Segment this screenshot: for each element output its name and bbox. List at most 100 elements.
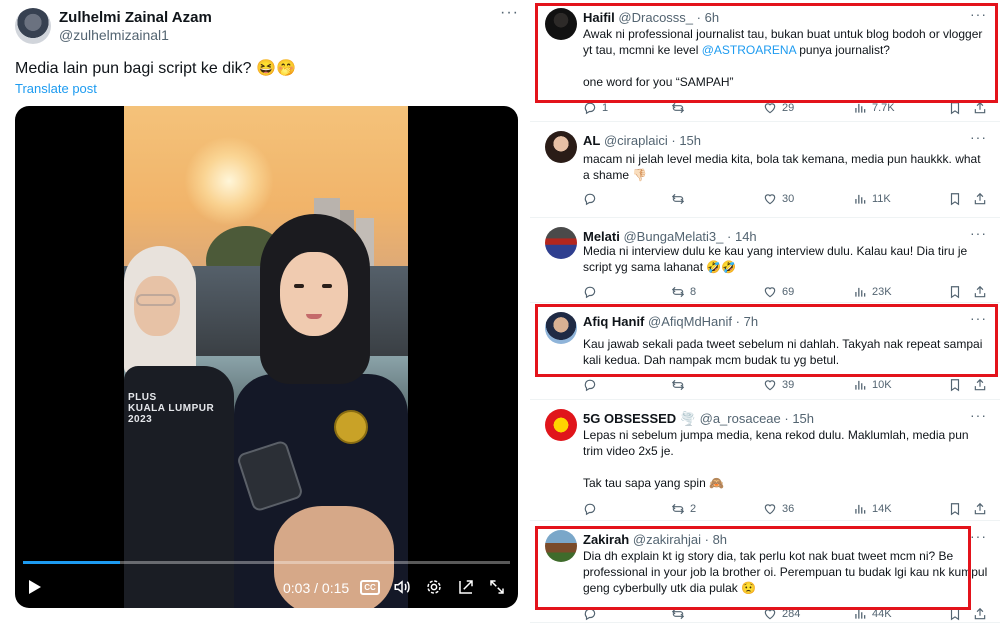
play-icon[interactable] bbox=[29, 580, 41, 594]
retweet-button[interactable] bbox=[671, 378, 690, 392]
like-button[interactable]: 69 bbox=[763, 285, 794, 299]
author-handle[interactable]: @zakirahjai bbox=[633, 532, 701, 547]
face bbox=[134, 276, 180, 336]
like-button[interactable]: 36 bbox=[763, 502, 794, 516]
share-button[interactable] bbox=[973, 607, 987, 621]
more-options-icon[interactable]: ··· bbox=[500, 4, 519, 22]
reply-tweet[interactable]: 5G OBSESSED 🌪️ @a_rosaceae · 15h ··· Lepas… bbox=[530, 401, 1000, 521]
reply-button[interactable] bbox=[583, 378, 602, 392]
retweet-button[interactable]: 8 bbox=[671, 285, 696, 299]
reply-tweet[interactable]: Zakirah @zakirahjai · 8h ··· Dia dh explai… bbox=[530, 522, 1000, 623]
volume-icon[interactable] bbox=[393, 578, 411, 596]
author-name[interactable]: Melati bbox=[583, 229, 620, 244]
timestamp[interactable]: 15h bbox=[679, 133, 701, 148]
retweet-icon bbox=[671, 285, 685, 299]
views-button[interactable]: 44K bbox=[853, 607, 892, 621]
bookmark-button[interactable] bbox=[948, 285, 962, 299]
views-icon bbox=[853, 607, 867, 621]
more-options-icon[interactable]: ··· bbox=[970, 6, 987, 22]
fullscreen-icon[interactable] bbox=[488, 578, 506, 596]
views-button[interactable]: 14K bbox=[853, 502, 892, 516]
captions-icon[interactable]: CC bbox=[360, 580, 380, 595]
action-bar: 39 10K bbox=[583, 378, 993, 394]
avatar[interactable] bbox=[545, 227, 577, 259]
like-count: 36 bbox=[782, 503, 795, 515]
reply-tweet[interactable]: Melati @BungaMelati3_ · 14h ··· Media ni i… bbox=[530, 219, 1000, 303]
reply-tweet[interactable]: Haifil @Dracosss_ · 6h ··· Awak ni profess… bbox=[530, 0, 1000, 122]
mention-link[interactable]: @ASTROARENA bbox=[702, 43, 796, 57]
reply-button[interactable] bbox=[583, 285, 602, 299]
avatar[interactable] bbox=[545, 530, 577, 562]
author-name[interactable]: AL bbox=[583, 133, 600, 148]
timestamp[interactable]: 8h bbox=[713, 532, 727, 547]
settings-gear-icon[interactable] bbox=[425, 578, 443, 596]
separator-dot: · bbox=[667, 133, 680, 148]
author-handle[interactable]: @Dracosss_ bbox=[618, 10, 693, 25]
timestamp[interactable]: 6h bbox=[705, 10, 719, 25]
timestamp[interactable]: 14h bbox=[735, 229, 757, 244]
more-options-icon[interactable]: ··· bbox=[970, 225, 987, 241]
author-name[interactable]: 5G OBSESSED 🌪️ bbox=[583, 411, 696, 426]
share-button[interactable] bbox=[973, 192, 987, 206]
share-button[interactable] bbox=[973, 502, 987, 516]
views-button[interactable]: 10K bbox=[853, 378, 892, 392]
like-button[interactable]: 30 bbox=[763, 192, 794, 206]
author-name[interactable]: Zakirah bbox=[583, 532, 629, 547]
retweet-button[interactable] bbox=[671, 192, 690, 206]
reply-icon bbox=[583, 101, 597, 115]
avatar[interactable] bbox=[545, 409, 577, 441]
like-button[interactable]: 284 bbox=[763, 607, 800, 621]
heart-icon bbox=[763, 101, 777, 115]
video-progress-bar[interactable] bbox=[23, 561, 510, 564]
reply-tweet[interactable]: AL @ciraplaici · 15h ··· macam ni jelah le… bbox=[530, 123, 1000, 218]
author-name[interactable]: Haifil bbox=[583, 10, 615, 25]
video-player[interactable]: PLUS KUALA LUMPUR 2023 0:03 / 0:15 CC bbox=[15, 106, 518, 608]
reply-button[interactable] bbox=[583, 607, 602, 621]
avatar[interactable] bbox=[545, 8, 577, 40]
author-name[interactable]: Afiq Hanif bbox=[583, 314, 644, 329]
author-handle[interactable]: @ciraplaici bbox=[604, 133, 668, 148]
video-frame: PLUS KUALA LUMPUR 2023 bbox=[124, 106, 408, 608]
views-button[interactable]: 23K bbox=[853, 285, 892, 299]
reply-button[interactable] bbox=[583, 192, 602, 206]
views-button[interactable]: 7.7K bbox=[853, 101, 895, 115]
bookmark-button[interactable] bbox=[948, 192, 962, 206]
avatar[interactable] bbox=[545, 131, 577, 163]
author-name[interactable]: Zulhelmi Zainal Azam bbox=[59, 9, 212, 26]
retweet-button[interactable]: 2 bbox=[671, 502, 696, 516]
reply-tweet[interactable]: Afiq Hanif @AfiqMdHanif · 7h ··· Kau jawab… bbox=[530, 304, 1000, 400]
like-button[interactable]: 29 bbox=[763, 101, 794, 115]
more-options-icon[interactable]: ··· bbox=[970, 528, 987, 544]
views-button[interactable]: 11K bbox=[853, 192, 891, 206]
bookmark-button[interactable] bbox=[948, 101, 962, 115]
more-options-icon[interactable]: ··· bbox=[970, 129, 987, 145]
bookmark-button[interactable] bbox=[948, 378, 962, 392]
more-options-icon[interactable]: ··· bbox=[970, 310, 987, 326]
pop-out-icon[interactable] bbox=[457, 578, 475, 596]
author-handle[interactable]: @AfiqMdHanif bbox=[648, 314, 732, 329]
bookmark-button[interactable] bbox=[948, 607, 962, 621]
timestamp[interactable]: 15h bbox=[792, 411, 814, 426]
retweet-button[interactable] bbox=[671, 607, 690, 621]
reply-button[interactable]: 1 bbox=[583, 101, 608, 115]
bookmark-button[interactable] bbox=[948, 502, 962, 516]
action-bar: 1 29 7.7K bbox=[583, 101, 993, 117]
reply-header: 5G OBSESSED 🌪️ @a_rosaceae · 15h bbox=[583, 411, 814, 427]
avatar[interactable] bbox=[545, 312, 577, 344]
translate-post-link[interactable]: Translate post bbox=[15, 81, 97, 96]
retweet-icon bbox=[671, 607, 685, 621]
retweet-button[interactable] bbox=[671, 101, 690, 115]
timestamp[interactable]: 7h bbox=[744, 314, 758, 329]
retweet-icon bbox=[671, 502, 685, 516]
original-post: Zulhelmi Zainal Azam @zulhelmizainal1 ··… bbox=[0, 0, 530, 623]
author-handle[interactable]: @a_rosaceae bbox=[700, 411, 781, 426]
author-handle[interactable]: @BungaMelati3_ bbox=[623, 229, 723, 244]
more-options-icon[interactable]: ··· bbox=[970, 407, 987, 423]
like-button[interactable]: 39 bbox=[763, 378, 794, 392]
reply-button[interactable] bbox=[583, 502, 602, 516]
share-button[interactable] bbox=[973, 378, 987, 392]
avatar[interactable] bbox=[15, 8, 51, 44]
share-button[interactable] bbox=[973, 101, 987, 115]
author-handle[interactable]: @zulhelmizainal1 bbox=[59, 27, 169, 43]
share-button[interactable] bbox=[973, 285, 987, 299]
